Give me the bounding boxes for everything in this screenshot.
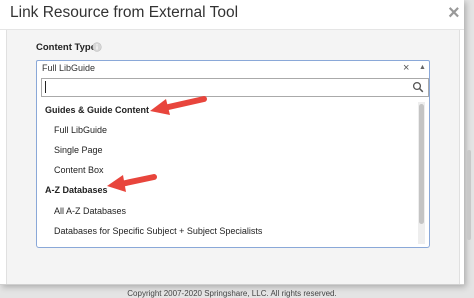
selected-value: Full LibGuide [42, 63, 96, 73]
caret-up-icon[interactable]: ▲ [419, 64, 426, 71]
option-label: Full LibGuide [54, 125, 108, 135]
page-scroll-thumb[interactable] [467, 150, 471, 240]
annotation-arrow-icon [107, 174, 157, 192]
option-single-page[interactable]: Single Page [37, 140, 417, 160]
option-group-az-databases: A-Z Databases [37, 180, 417, 200]
option-label: Databases for Specific Subject + Subject… [54, 226, 263, 236]
dropdown-scroll-thumb[interactable] [419, 104, 424, 224]
option-label: Content Box [54, 165, 104, 175]
option-content-box[interactable]: Content Box [37, 160, 417, 180]
info-circle-icon[interactable] [92, 42, 102, 52]
option-group-label: A-Z Databases [45, 185, 108, 195]
option-databases-subject[interactable]: Databases for Specific Subject + Subject… [37, 221, 417, 241]
content-type-label: Content Type [36, 42, 96, 53]
copyright-text: Copyright 2007-2020 Springshare, LLC. Al… [127, 289, 337, 298]
dropdown-scrollbar[interactable] [418, 102, 425, 244]
option-group-label: Guides & Guide Content [45, 105, 150, 115]
option-full-libguide[interactable]: Full LibGuide [37, 120, 417, 140]
option-group-guides: Guides & Guide Content [37, 100, 417, 120]
option-all-az-databases[interactable]: All A-Z Databases [37, 201, 417, 221]
option-label: All A-Z Databases [54, 206, 127, 216]
close-icon[interactable]: × [448, 3, 460, 23]
select-dropdown: Guides & Guide Content Full LibGuide Sin… [36, 76, 430, 248]
dialog-title: Link Resource from External Tool [10, 4, 239, 21]
dialog-header: Link Resource from External Tool × [0, 0, 464, 30]
annotation-arrow-icon [150, 96, 207, 115]
text-cursor [45, 81, 46, 93]
dropdown-search-input[interactable] [41, 78, 429, 97]
search-icon [412, 81, 424, 93]
clear-selection-icon[interactable]: × [403, 62, 409, 74]
option-label: Single Page [54, 145, 103, 155]
